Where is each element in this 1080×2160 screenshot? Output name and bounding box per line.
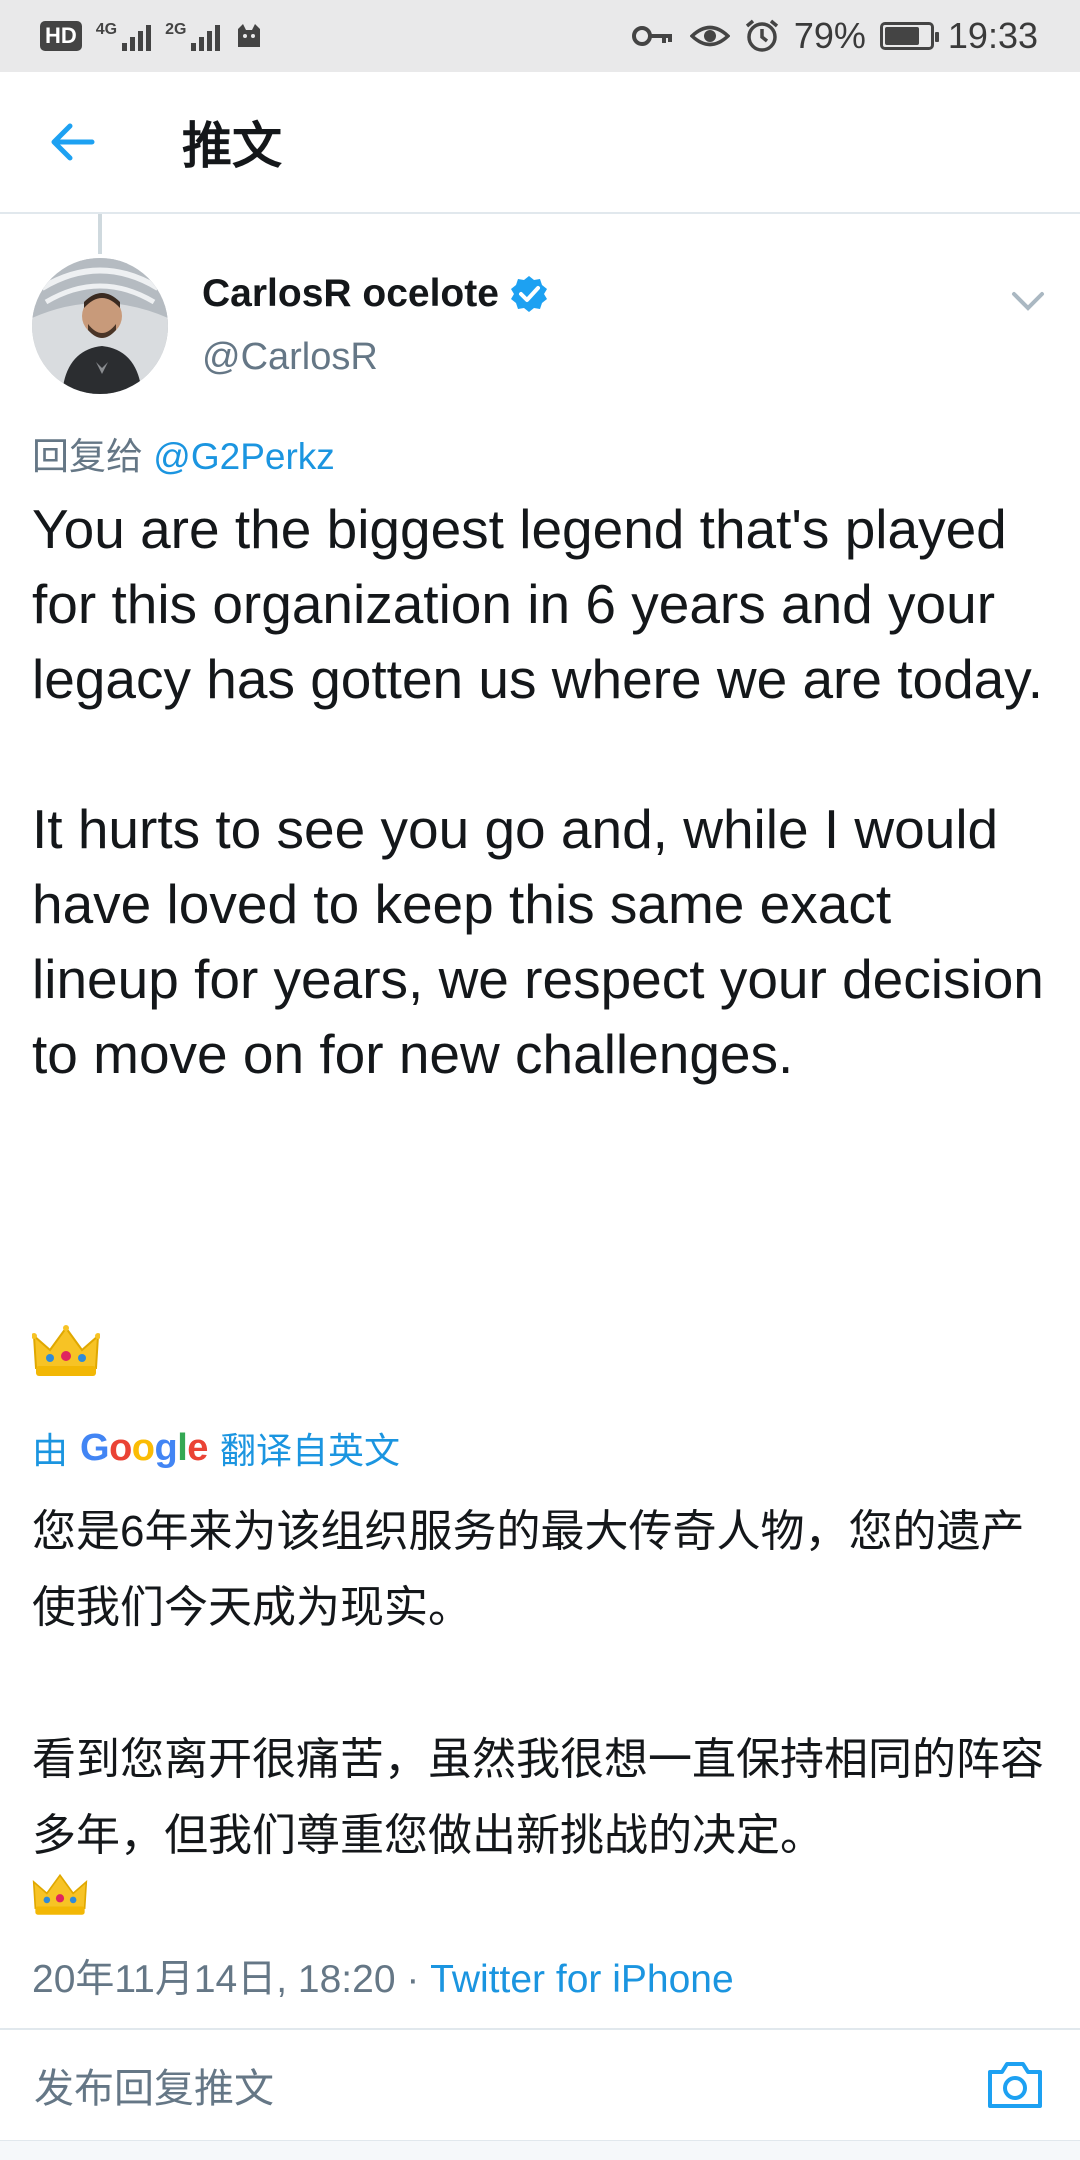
chevron-down-icon[interactable] <box>1008 286 1048 316</box>
status-bar: HD 4G 2G 79% 19:33 <box>0 0 1080 72</box>
signal-icon-sim1: 4G <box>95 21 152 51</box>
crown-emoji-icon <box>32 1325 100 1376</box>
verified-badge-icon <box>510 276 547 312</box>
avatar[interactable] <box>32 258 168 394</box>
reply-composer-bar[interactable]: 发布回复推文 <box>0 2030 1080 2140</box>
avatar-image <box>32 258 168 394</box>
status-left: HD 4G 2G <box>40 21 264 51</box>
author-display-name[interactable]: CarlosR ocelote <box>202 272 549 316</box>
battery-icon <box>879 22 939 50</box>
app-header: 推文 <box>0 72 1080 214</box>
arrow-left-icon <box>51 123 95 161</box>
key-icon <box>631 26 672 46</box>
page-title: 推文 <box>182 118 282 174</box>
bottom-edge <box>0 2140 1080 2160</box>
reply-input[interactable]: 发布回复推文 <box>34 2056 274 2114</box>
battery-percent: 79% <box>793 15 866 56</box>
cat-notification-icon <box>238 24 261 47</box>
thread-connector-line <box>98 214 102 254</box>
tweet-author: CarlosR ocelote @CarlosR <box>32 258 1048 398</box>
network-type-sim2: 2G <box>165 21 187 38</box>
reply-mention-link[interactable]: @G2Perkz <box>153 436 335 477</box>
battery-fill <box>884 27 919 45</box>
eye-icon <box>689 25 730 47</box>
clock: 19:33 <box>947 15 1038 56</box>
back-button[interactable] <box>34 104 110 180</box>
translation-prefix: 由 <box>32 1430 69 1471</box>
translation-suffix: 翻译自英文 <box>219 1430 400 1471</box>
status-right: 79% 19:33 <box>631 15 1038 57</box>
author-handle[interactable]: @CarlosR <box>202 336 378 379</box>
google-logo: Google <box>80 1426 208 1469</box>
hd-icon: HD <box>40 21 82 51</box>
reply-context: 回复给 @G2Perkz <box>32 426 335 480</box>
translation-attribution[interactable]: 由 Google 翻译自英文 <box>32 1422 400 1474</box>
camera-icon[interactable] <box>984 2054 1046 2116</box>
tweet-timestamp: 20年11月14日, 18:20 · Twitter for iPhone <box>32 1948 734 2004</box>
tweet-source-link[interactable]: Twitter for iPhone <box>430 1958 733 2001</box>
translated-text: 您是6年来为该组织服务的最大传奇人物，您的遗产使我们今天成为现实。 看到您离开很… <box>32 1507 1044 1860</box>
signal-icon-sim2: 2G <box>165 21 221 51</box>
reply-prefix: 回复给 <box>32 436 154 477</box>
author-name-text: CarlosR ocelote <box>202 272 499 315</box>
alarm-icon <box>745 19 778 52</box>
tweet-text: You are the biggest legend that's played… <box>32 498 1044 1085</box>
crown-emoji-icon <box>32 1873 88 1915</box>
timestamp-text: 20年11月14日, 18:20 · <box>32 1958 431 2001</box>
network-type-sim1: 4G <box>95 21 118 38</box>
